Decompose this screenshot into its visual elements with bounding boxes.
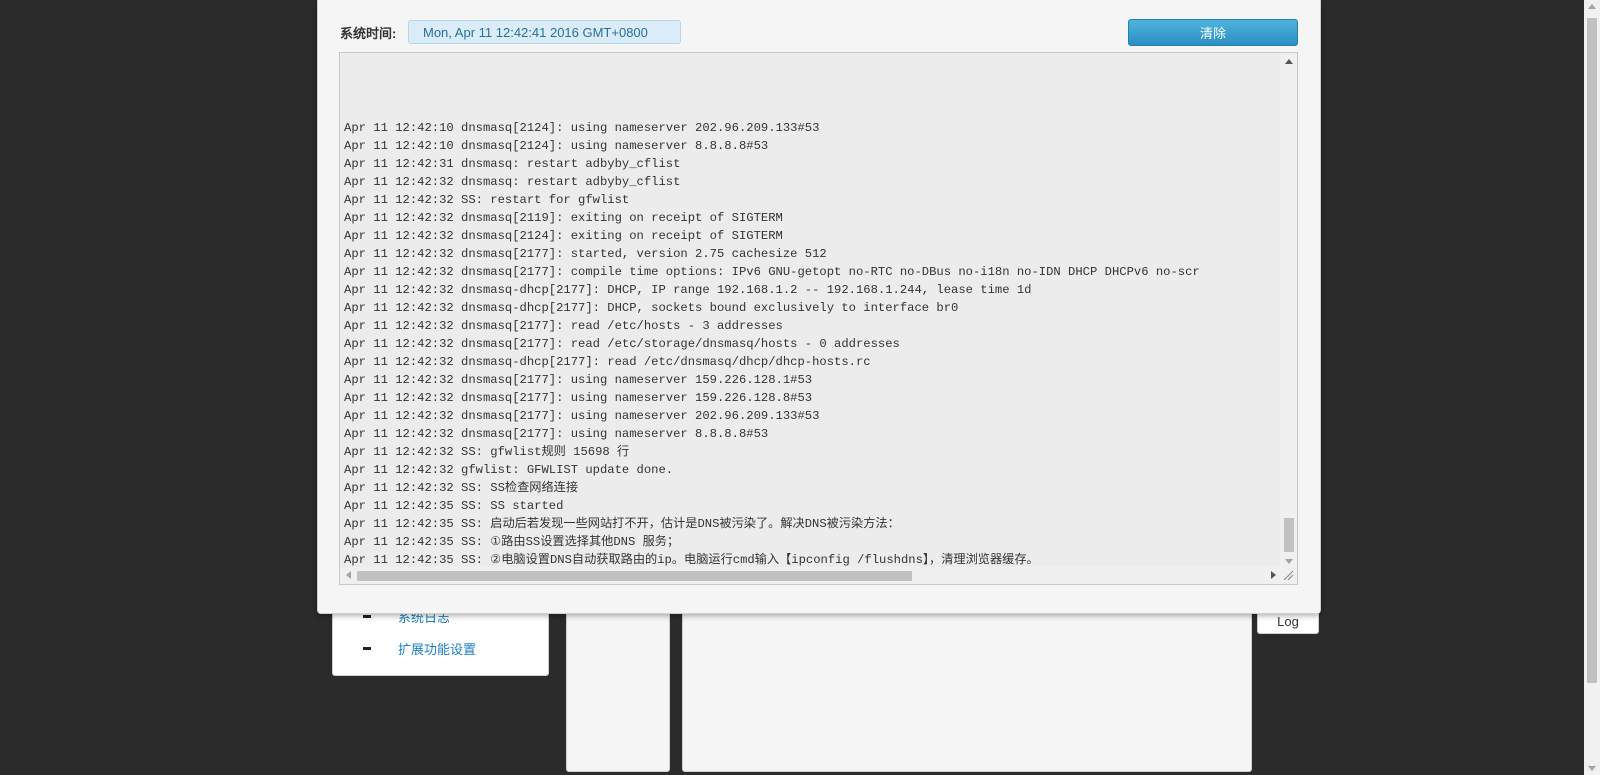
log-line: Apr 11 12:42:31 dnsmasq: restart adbyby_… — [344, 157, 681, 171]
log-line: Apr 11 12:42:32 dnsmasq[2177]: read /etc… — [344, 337, 900, 351]
log-content: Apr 11 12:42:10 dnsmasq[2124]: using nam… — [344, 58, 1281, 584]
scroll-left-arrow-icon[interactable] — [346, 571, 351, 579]
scroll-down-arrow-icon[interactable] — [1285, 559, 1293, 564]
log-textarea[interactable]: Apr 11 12:42:10 dnsmasq[2124]: using nam… — [339, 52, 1298, 585]
scroll-right-arrow-icon[interactable] — [1271, 571, 1276, 579]
log-line: Apr 11 12:42:32 dnsmasq[2119]: exiting o… — [344, 211, 783, 225]
log-line: Apr 11 12:42:32 dnsmasq[2177]: started, … — [344, 247, 827, 261]
log-line: Apr 11 12:42:32 dnsmasq[2177]: using nam… — [344, 373, 813, 387]
log-line: Apr 11 12:42:35 SS: SS started — [344, 499, 564, 513]
log-line: Apr 11 12:42:10 dnsmasq[2124]: using nam… — [344, 139, 769, 153]
scroll-up-arrow-icon[interactable] — [1285, 59, 1293, 64]
clear-button[interactable]: 清除 — [1128, 19, 1298, 46]
log-line: Apr 11 12:42:35 SS: 启动后若发现一些网站打不开，估计是DNS… — [344, 517, 900, 531]
log-line: Apr 11 12:42:32 gfwlist: GFWLIST update … — [344, 463, 674, 477]
dash-icon — [363, 647, 371, 650]
log-line: Apr 11 12:42:32 SS: gfwlist规则 15698 行 — [344, 445, 630, 459]
scroll-up-arrow-icon[interactable] — [1588, 4, 1596, 9]
resize-handle-icon[interactable] — [1280, 567, 1297, 584]
log-line: Apr 11 12:42:32 dnsmasq: restart adbyby_… — [344, 175, 681, 189]
page-scrollbar-thumb[interactable] — [1587, 18, 1597, 683]
log-line: Apr 11 12:42:32 dnsmasq[2177]: compile t… — [344, 265, 1200, 279]
log-horizontal-scrollbar-thumb[interactable] — [357, 571, 912, 581]
dash-icon — [363, 615, 371, 618]
sidebar-item-extension-settings[interactable]: 扩展功能设置 — [333, 633, 548, 663]
log-line: Apr 11 12:42:32 dnsmasq[2124]: exiting o… — [344, 229, 783, 243]
scroll-down-arrow-icon[interactable] — [1588, 766, 1596, 771]
log-vertical-scrollbar[interactable] — [1280, 53, 1297, 568]
background-content-panel — [682, 600, 1252, 772]
log-line: Apr 11 12:42:32 SS: SS检查网络连接 — [344, 481, 579, 495]
log-line: Apr 11 12:42:10 dnsmasq[2124]: using nam… — [344, 121, 820, 135]
system-log-modal: 系统时间: Mon, Apr 11 12:42:41 2016 GMT+0800… — [317, 0, 1321, 614]
log-line: Apr 11 12:42:32 dnsmasq[2177]: using nam… — [344, 409, 820, 423]
log-line: Apr 11 12:42:32 dnsmasq[2177]: read /etc… — [344, 319, 783, 333]
system-time-label: 系统时间: — [340, 26, 397, 41]
log-line: Apr 11 12:42:32 dnsmasq-dhcp[2177]: DHCP… — [344, 301, 959, 315]
background-panel — [566, 600, 670, 772]
log-vertical-scrollbar-thumb[interactable] — [1284, 518, 1294, 552]
log-line: Apr 11 12:42:32 dnsmasq-dhcp[2177]: DHCP… — [344, 283, 1032, 297]
log-line: Apr 11 12:42:32 dnsmasq[2177]: using nam… — [344, 427, 769, 441]
log-line: Apr 11 12:42:32 dnsmasq[2177]: using nam… — [344, 391, 813, 405]
sidebar-item-label[interactable]: 扩展功能设置 — [398, 639, 476, 658]
log-line: Apr 11 12:42:32 SS: restart for gfwlist — [344, 193, 630, 207]
system-time-display: Mon, Apr 11 12:42:41 2016 GMT+0800 — [408, 20, 681, 44]
page-scrollbar[interactable] — [1584, 0, 1600, 775]
log-line-partial — [344, 86, 1281, 91]
log-line: Apr 11 12:42:35 SS: ①路由SS设置选择其他DNS 服务； — [344, 535, 680, 549]
log-line: Apr 11 12:42:32 dnsmasq-dhcp[2177]: read… — [344, 355, 871, 369]
log-horizontal-scrollbar[interactable] — [340, 567, 1282, 584]
